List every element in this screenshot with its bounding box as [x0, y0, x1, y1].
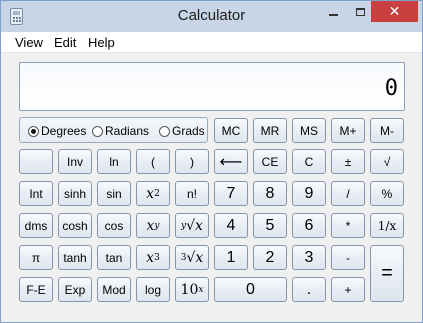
sin-button[interactable]: sin — [97, 181, 131, 206]
m-plus-button[interactable]: M+ — [331, 118, 365, 143]
multiply-button[interactable]: * — [331, 213, 365, 238]
add-button[interactable]: + — [331, 277, 365, 302]
close-button[interactable]: ✕ — [371, 1, 418, 22]
sqrt-button[interactable]: √ — [370, 149, 404, 174]
dms-button[interactable]: dms — [19, 213, 53, 238]
menu-help[interactable]: Help — [88, 35, 115, 50]
square-base: x — [146, 185, 155, 202]
close-icon: ✕ — [388, 3, 401, 19]
ms-button[interactable]: MS — [292, 118, 326, 143]
y-root-sign: √ — [186, 217, 196, 234]
cube-root-base: x — [195, 249, 204, 266]
cube-button[interactable]: x3 — [136, 245, 170, 270]
factorial-button[interactable]: n! — [175, 181, 209, 206]
equals-button[interactable]: = — [370, 245, 404, 302]
cube-base: x — [146, 249, 155, 266]
radio-radians[interactable]: Radians — [92, 124, 149, 138]
mc-button[interactable]: MC — [214, 118, 248, 143]
int-button[interactable]: Int — [19, 181, 53, 206]
cos-button[interactable]: cos — [97, 213, 131, 238]
maximize-button[interactable] — [347, 1, 374, 22]
radio-unselected-icon — [159, 125, 170, 137]
radio-grads[interactable]: Grads — [159, 124, 205, 138]
radio-unselected-icon — [92, 125, 103, 137]
angle-mode-group: Degrees Radians Grads — [19, 117, 208, 143]
digit-5-button[interactable]: 5 — [253, 213, 287, 238]
square-button[interactable]: x2 — [136, 181, 170, 206]
mod-button[interactable]: Mod — [97, 277, 131, 302]
pi-button[interactable]: π — [19, 245, 53, 270]
radio-degrees[interactable]: Degrees — [28, 124, 86, 138]
c-button[interactable]: C — [292, 149, 326, 174]
close-paren-button[interactable]: ) — [175, 149, 209, 174]
exp-button[interactable]: Exp — [58, 277, 92, 302]
mr-button[interactable]: MR — [253, 118, 287, 143]
cosh-button[interactable]: cosh — [58, 213, 92, 238]
radio-radians-label: Radians — [105, 124, 150, 138]
digit-1-button[interactable]: 1 — [214, 245, 248, 270]
open-paren-button[interactable]: ( — [136, 149, 170, 174]
tanh-button[interactable]: tanh — [58, 245, 92, 270]
m-minus-button[interactable]: M- — [370, 118, 404, 143]
radio-degrees-label: Degrees — [41, 124, 87, 138]
digit-4-button[interactable]: 4 — [214, 213, 248, 238]
menu-edit[interactable]: Edit — [54, 35, 76, 50]
tan-button[interactable]: tan — [97, 245, 131, 270]
calculator-window: Calculator ✕ View Edit Help 0 Degrees Ra… — [0, 0, 423, 323]
plus-minus-button[interactable]: ± — [331, 149, 365, 174]
y-root-base: x — [195, 217, 203, 234]
backspace-button[interactable]: ⟵ — [214, 149, 248, 174]
digit-0-button[interactable]: 0 — [214, 277, 287, 302]
y-root-button[interactable]: y √ x — [175, 213, 209, 238]
menu-view[interactable]: View — [15, 35, 43, 50]
ln-button[interactable]: ln — [97, 149, 131, 174]
digit-7-button[interactable]: 7 — [214, 181, 248, 206]
ten-power-button[interactable]: 10 x — [175, 277, 209, 302]
backspace-icon: ⟵ — [219, 153, 243, 171]
digit-9-button[interactable]: 9 — [292, 181, 326, 206]
ce-button[interactable]: CE — [253, 149, 287, 174]
digit-6-button[interactable]: 6 — [292, 213, 326, 238]
power-button[interactable]: xy — [136, 213, 170, 238]
log-button[interactable]: log — [136, 277, 170, 302]
subtract-button[interactable]: - — [331, 245, 365, 270]
maximize-icon — [356, 7, 365, 16]
fe-button[interactable]: F-E — [19, 277, 53, 302]
cube-root-button[interactable]: 3 √ x — [175, 245, 209, 270]
decimal-button[interactable]: . — [292, 277, 326, 302]
title-bar[interactable]: Calculator ✕ — [1, 1, 422, 32]
reciprocal-button[interactable]: 1/x — [370, 213, 404, 238]
digit-8-button[interactable]: 8 — [253, 181, 287, 206]
ten-power-base: 10 — [180, 281, 199, 298]
minimize-button[interactable] — [320, 1, 347, 22]
blank-button[interactable] — [19, 149, 53, 174]
menu-bar: View Edit Help — [1, 32, 422, 53]
digit-2-button[interactable]: 2 — [253, 245, 287, 270]
divide-button[interactable]: / — [331, 181, 365, 206]
result-display: 0 — [19, 62, 405, 111]
cube-root-sign: √ — [186, 249, 196, 266]
inv-button[interactable]: Inv — [58, 149, 92, 174]
percent-button[interactable]: % — [370, 181, 404, 206]
display-value: 0 — [384, 76, 398, 101]
digit-3-button[interactable]: 3 — [292, 245, 326, 270]
radio-selected-icon — [28, 125, 39, 137]
radio-grads-label: Grads — [172, 124, 205, 138]
minimize-icon — [329, 13, 338, 16]
sinh-button[interactable]: sinh — [58, 181, 92, 206]
